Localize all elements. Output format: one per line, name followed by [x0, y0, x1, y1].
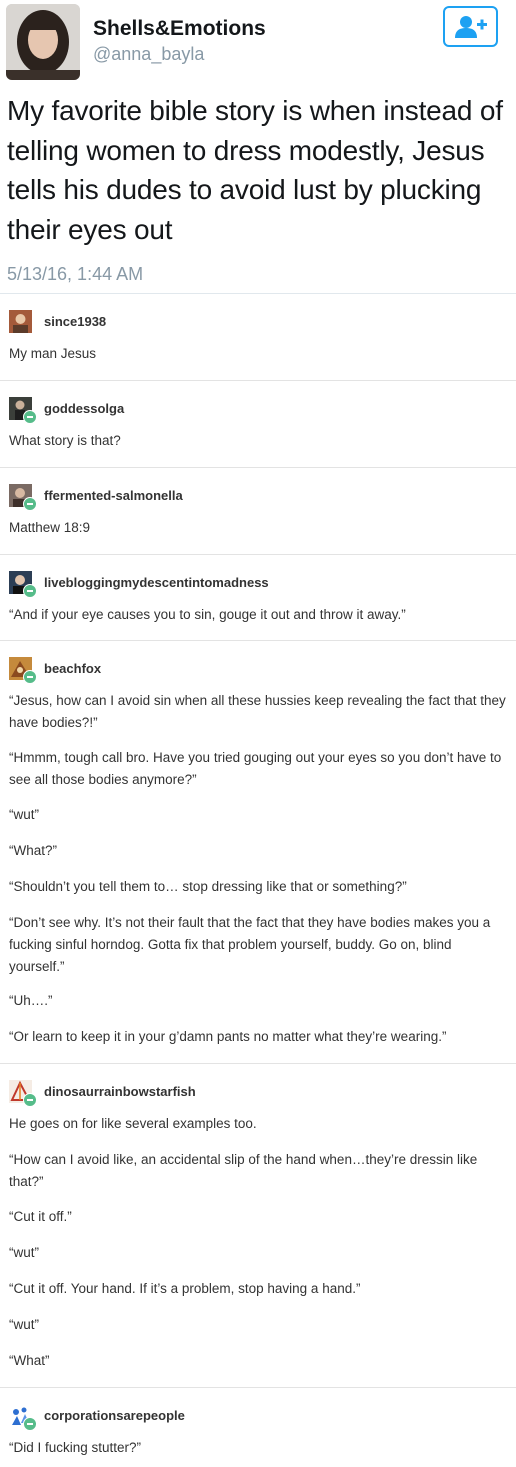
tweet-card: Shells&Emotions @anna_bayla My favorite … — [0, 0, 516, 294]
reply-username[interactable]: corporationsarepeople — [44, 1408, 185, 1423]
reply-avatar[interactable] — [9, 397, 37, 424]
reply-avatar[interactable] — [9, 310, 35, 336]
online-badge — [23, 410, 37, 424]
reply-item: goddessolga What story is that? — [0, 381, 516, 468]
reply-text: “Cut it off. Your hand. If it’s a proble… — [9, 1281, 361, 1296]
reply-text: “wut” — [9, 1317, 39, 1332]
reply-text: “wut” — [9, 1245, 39, 1260]
reply-text: “wut” — [9, 807, 39, 822]
reply-username[interactable]: since1938 — [44, 314, 106, 329]
online-badge — [23, 1417, 37, 1431]
reply-username[interactable]: goddessolga — [44, 401, 124, 416]
reply-item: dinosaurrainbowstarfish He goes on for l… — [0, 1064, 516, 1388]
reply-text: “Don’t see why. It’s not their fault tha… — [9, 915, 491, 974]
online-badge — [23, 584, 37, 598]
reply-avatar[interactable] — [9, 571, 37, 598]
tweet-timestamp[interactable]: 5/13/16, 1:44 AM — [7, 264, 143, 285]
online-badge — [23, 497, 37, 511]
reply-avatar[interactable] — [9, 1404, 37, 1431]
user-handle[interactable]: @anna_bayla — [93, 44, 204, 65]
reply-text: He goes on for like several examples too… — [9, 1116, 257, 1131]
reply-text: “Shouldn’t you tell them to… stop dressi… — [9, 879, 407, 894]
reply-username[interactable]: dinosaurrainbowstarfish — [44, 1084, 196, 1099]
reply-text: “Did I fucking stutter?” — [9, 1440, 142, 1455]
reply-avatar[interactable] — [9, 657, 37, 684]
reply-text: My man Jesus — [9, 346, 97, 361]
reply-text: “And if your eye causes you to sin, goug… — [9, 607, 406, 622]
reply-text: “Jesus, how can I avoid sin when all the… — [9, 693, 506, 730]
reply-text: “Hmmm, tough call bro. Have you tried go… — [9, 750, 502, 787]
reply-username[interactable]: livebloggingmydescentintomadness — [44, 575, 269, 590]
reply-text: “Uh….” — [9, 993, 53, 1008]
add-user-icon — [454, 15, 487, 38]
online-badge — [23, 1093, 37, 1107]
reply-item: beachfox “Jesus, how can I avoid sin whe… — [0, 641, 516, 1064]
reply-username[interactable]: ffermented-salmonella — [44, 488, 183, 503]
reply-item: corporationsarepeople “Did I fucking stu… — [0, 1388, 516, 1467]
display-name[interactable]: Shells&Emotions — [93, 17, 266, 41]
tweet-text: My favorite bible story is when instead … — [7, 95, 503, 245]
online-badge — [23, 670, 37, 684]
reply-avatar[interactable] — [9, 1080, 37, 1107]
reply-text: “Cut it off.” — [9, 1209, 72, 1224]
reply-text: “What” — [9, 1353, 50, 1368]
profile-avatar[interactable] — [6, 4, 80, 80]
follow-button[interactable] — [443, 6, 498, 47]
reply-item: livebloggingmydescentintomadness “And if… — [0, 555, 516, 641]
reply-item: ffermented-salmonella Matthew 18:9 — [0, 468, 516, 555]
reply-username[interactable]: beachfox — [44, 661, 101, 676]
reply-text: What story is that? — [9, 433, 121, 448]
reply-item: since1938 My man Jesus — [0, 294, 516, 381]
reply-text: “How can I avoid like, an accidental sli… — [9, 1152, 478, 1189]
reply-text: “What?” — [9, 843, 58, 858]
reply-text: “Or learn to keep it in your g’damn pant… — [9, 1029, 447, 1044]
reply-text: Matthew 18:9 — [9, 520, 91, 535]
reply-avatar[interactable] — [9, 484, 37, 511]
